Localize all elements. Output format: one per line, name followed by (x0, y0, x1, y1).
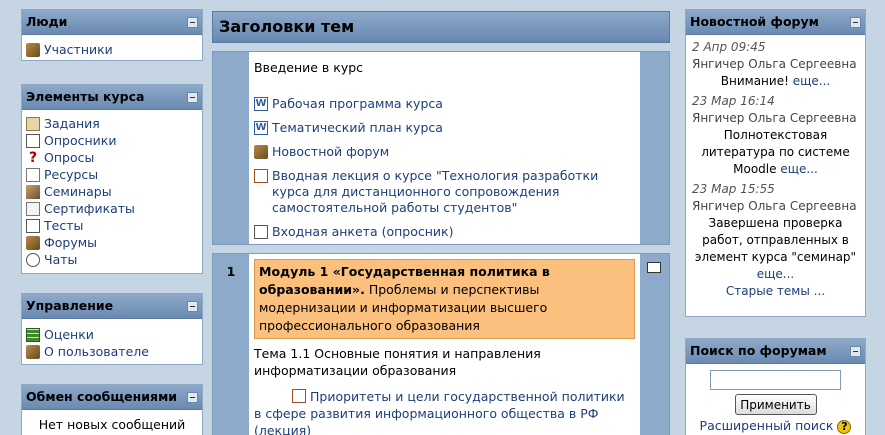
certificate-icon (26, 201, 40, 216)
section-0: Введение в курс W Рабочая программа курса… (212, 51, 670, 245)
resource-icon (26, 167, 40, 182)
section-item-news-forum[interactable]: Новостной форум (254, 144, 635, 160)
news-date: 23 Мар 15:55 (692, 182, 775, 196)
messages-block: Обмен сообщениями Нет новых сообщений (21, 384, 203, 435)
activity-chats[interactable]: Чаты (26, 251, 198, 268)
section-summary-highlighted: Модуль 1 «Государственная политика в обр… (254, 259, 635, 339)
activity-resources[interactable]: Ресурсы (26, 166, 198, 183)
section-item-plan[interactable]: W Тематический план курса (254, 120, 635, 136)
word-doc-icon: W (254, 97, 268, 111)
block-header: Управление (22, 294, 202, 319)
search-input[interactable] (710, 370, 841, 390)
block-header: Элементы курса (22, 85, 202, 110)
collapse-icon[interactable] (187, 301, 198, 312)
collapse-icon[interactable] (187, 92, 198, 103)
section-number: 1 (226, 264, 236, 279)
grades-link[interactable]: Оценки (26, 326, 198, 343)
collapse-icon[interactable] (187, 17, 198, 28)
forum-search-block: Поиск по форумам Применить Расширенный п… (685, 338, 866, 435)
activity-assignments[interactable]: Задания (26, 115, 198, 132)
administration-block: Управление Оценки О пользователе (21, 293, 203, 365)
block-header: Обмен сообщениями (22, 385, 202, 410)
participants-link[interactable]: Участники (26, 41, 198, 58)
section-item-survey[interactable]: Входная анкета (опросник) (254, 224, 635, 240)
no-messages-text: Нет новых сообщений (38, 417, 186, 432)
activity-quizzes[interactable]: Тесты (26, 217, 198, 234)
news-text: Полнотекстовая литература по системе Moo… (701, 128, 850, 176)
activity-choices[interactable]: ? Опросы (26, 149, 198, 166)
news-entry: 23 Мар 15:55 Янгичер Ольга Сергеевна Зав… (690, 181, 861, 283)
people-block: Люди Участники (21, 9, 203, 61)
section-1: 1 Модуль 1 «Государственная политика в о… (212, 253, 670, 435)
news-author: Янгичер Ольга Сергеевна (692, 199, 857, 213)
news-date: 23 Мар 16:14 (692, 94, 775, 108)
workshop-icon (26, 184, 40, 199)
questionnaire-icon (254, 225, 268, 239)
profile-link[interactable]: О пользователе (26, 343, 198, 360)
activity-workshops[interactable]: Семинары (26, 183, 198, 200)
profile-icon (26, 344, 40, 359)
topic-text: Тема 1.1 Основные понятия и направления … (254, 346, 541, 378)
document-icon (292, 389, 306, 403)
block-header: Новостной форум (686, 10, 865, 35)
questionnaire-icon (26, 133, 40, 148)
block-header: Люди (22, 10, 202, 35)
grades-icon (26, 327, 40, 342)
users-icon (26, 42, 40, 57)
older-topics-link[interactable]: Старые темы ... (726, 284, 825, 298)
activity-forums[interactable]: Форумы (26, 234, 198, 251)
help-icon[interactable]: ? (837, 420, 852, 434)
chat-icon (26, 252, 40, 267)
section-item-lecture[interactable]: Приоритеты и цели государственной полити… (254, 388, 635, 435)
news-text: Внимание! (720, 74, 789, 88)
advanced-search-link[interactable]: Расширенный поиск (700, 418, 834, 433)
document-icon (254, 169, 268, 183)
collapse-icon[interactable] (187, 392, 198, 403)
activity-certificates[interactable]: Сертификаты (26, 200, 198, 217)
news-date: 2 Апр 09:45 (692, 40, 766, 54)
search-button[interactable]: Применить (734, 394, 817, 415)
news-author: Янгичер Ольга Сергеевна (692, 57, 857, 71)
block-title: Поиск по форумам (690, 343, 827, 358)
course-elements-block: Элементы курса Задания Опросники ? Опросы… (21, 84, 203, 274)
section-item-program[interactable]: W Рабочая программа курса (254, 96, 635, 112)
highlight-checkbox[interactable] (647, 262, 661, 273)
block-title: Элементы курса (26, 89, 145, 104)
news-text: Завершена проверка работ, отправленных в… (694, 216, 857, 264)
block-title: Новостной форум (690, 14, 819, 29)
forum-icon (254, 145, 268, 159)
collapse-icon[interactable] (850, 346, 861, 357)
block-title: Обмен сообщениями (26, 389, 178, 404)
collapse-icon[interactable] (850, 17, 861, 28)
forum-icon (26, 235, 40, 250)
more-link[interactable]: еще... (780, 162, 818, 176)
assignment-icon (26, 116, 40, 131)
news-forum-block: Новостной форум 2 Апр 09:45 Янгичер Ольг… (685, 9, 866, 317)
more-link[interactable]: еще... (793, 74, 831, 88)
activity-questionnaires[interactable]: Опросники (26, 132, 198, 149)
word-doc-icon: W (254, 121, 268, 135)
block-title: Управление (26, 298, 114, 313)
block-title: Люди (26, 14, 68, 29)
section-summary: Введение в курс (254, 60, 364, 75)
block-header: Поиск по форумам (686, 339, 865, 364)
news-author: Янгичер Ольга Сергеевна (692, 111, 857, 125)
section-item-lecture[interactable]: Вводная лекция о курсе "Технология разра… (254, 168, 635, 216)
news-entry: 2 Апр 09:45 Янгичер Ольга Сергеевна Вним… (690, 39, 861, 90)
page-title: Заголовки тем (212, 11, 670, 43)
news-entry: 23 Мар 16:14 Янгичер Ольга Сергеевна Пол… (690, 93, 861, 178)
more-link[interactable]: еще... (757, 267, 795, 281)
quiz-icon (26, 218, 40, 233)
choice-icon: ? (28, 149, 38, 166)
